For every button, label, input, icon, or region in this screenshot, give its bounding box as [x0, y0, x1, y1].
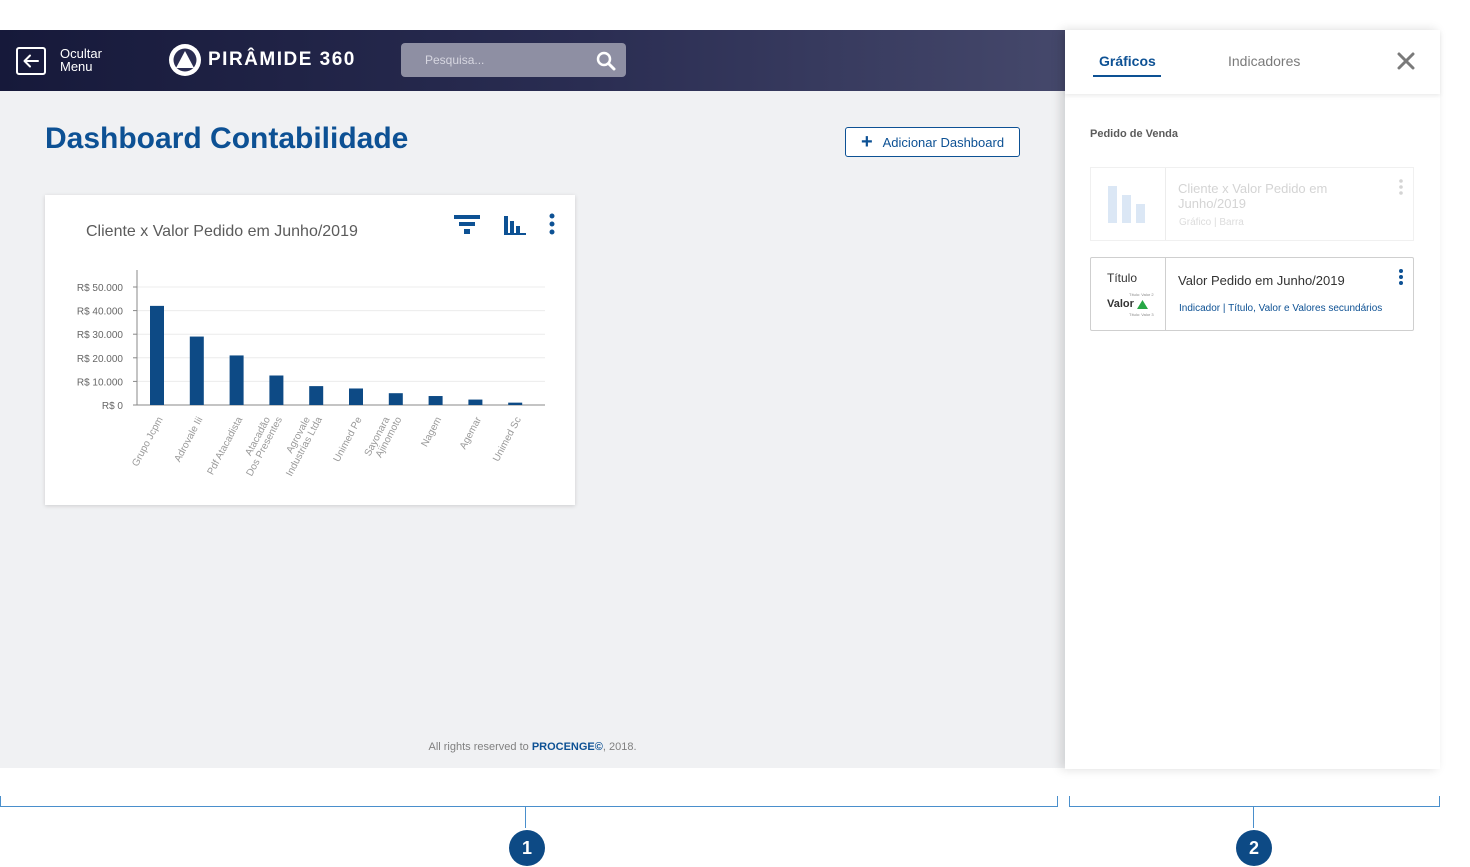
thumb-secondary-1: Título: Valor 2 — [1129, 292, 1154, 297]
bar — [269, 375, 284, 405]
y-tick-label: R$ 20.000 — [77, 354, 124, 365]
bar — [388, 393, 403, 405]
footer-brand-link[interactable]: PROCENGE© — [532, 741, 603, 753]
panel-item-subtitle: Gráfico | Barra — [1179, 217, 1244, 228]
annotation-stem-main — [525, 806, 526, 828]
annotation-marker-1: 1 — [509, 830, 545, 866]
x-tick-label: Agemar — [458, 415, 484, 452]
main-app-area: Ocultar Menu PIRÂMIDE 360 Dashboard Cont… — [0, 30, 1065, 768]
bar-chart-thumbnail-icon — [1108, 186, 1145, 223]
x-tick-label: Unimed Sc — [491, 415, 524, 463]
item-more-button[interactable] — [1397, 178, 1405, 198]
bar — [229, 355, 244, 405]
logo-text: PIRÂMIDE 360 — [208, 49, 356, 70]
logo: PIRÂMIDE 360 — [168, 43, 356, 77]
bar — [508, 402, 523, 405]
close-icon — [1397, 52, 1415, 70]
bar — [468, 399, 483, 405]
panel-item-title: Cliente x Valor Pedido em Junho/2019 — [1178, 181, 1328, 211]
bar — [309, 386, 324, 405]
tab-indicadores[interactable]: Indicadores — [1228, 53, 1300, 69]
panel-item-subtitle: Indicador | Título, Valor e Valores secu… — [1179, 303, 1383, 314]
pyramid-logo-icon — [169, 44, 201, 76]
x-tick-label: Adrovale Iii — [173, 415, 206, 464]
y-tick-label: R$ 10.000 — [77, 377, 124, 388]
y-tick-label: R$ 40.000 — [77, 307, 124, 318]
search-icon — [596, 51, 616, 71]
thumb-title: Título — [1107, 271, 1138, 285]
top-navigation-bar: Ocultar Menu PIRÂMIDE 360 — [0, 30, 1065, 91]
panel-item-bar-chart[interactable]: Cliente x Valor Pedido em Junho/2019 Grá… — [1090, 167, 1414, 241]
widget-side-panel: Gráficos Indicadores Pedido de Venda Cli… — [1065, 30, 1440, 769]
more-vertical-icon — [1399, 269, 1403, 285]
more-vertical-icon — [549, 213, 555, 235]
bar — [428, 396, 443, 405]
x-tick-label: Nagem — [419, 415, 444, 449]
page-title: Dashboard Contabilidade — [45, 122, 409, 155]
item-thumbnail — [1091, 168, 1166, 240]
chart-widget-title: Cliente x Valor Pedido em Junho/2019 — [86, 223, 358, 240]
search-input[interactable] — [401, 43, 586, 77]
close-panel-button[interactable] — [1395, 50, 1417, 72]
footer-suffix: , 2018. — [602, 741, 637, 753]
thumb-value: Valor — [1107, 298, 1134, 310]
filter-icon — [454, 215, 480, 234]
panel-header: Gráficos Indicadores — [1065, 30, 1440, 94]
active-tab-indicator — [1093, 75, 1161, 77]
x-tick-label: Pdf Atacadista — [206, 415, 246, 477]
bar-chart-icon — [504, 216, 526, 235]
hide-menu-label[interactable]: Ocultar Menu — [60, 47, 110, 73]
bar — [349, 388, 363, 405]
panel-item-title: Valor Pedido em Junho/2019 — [1178, 273, 1345, 288]
chart-type-button[interactable] — [502, 213, 530, 237]
annotation-stem-panel — [1253, 806, 1254, 828]
footer-prefix: All rights reserved to — [428, 741, 532, 753]
footer: All rights reserved to PROCENGE©, 2018. — [0, 741, 1065, 753]
bar — [189, 336, 204, 405]
panel-item-indicator[interactable]: Título Título: Valor 2 Valor Título: Val… — [1090, 257, 1414, 331]
annotation-marker-2: 2 — [1236, 830, 1272, 866]
annotation-bracket-main — [0, 796, 1058, 807]
more-vertical-icon — [1399, 179, 1403, 195]
chart-widget-card: Cliente x Valor Pedido em Junho/2019 R$ … — [45, 195, 575, 505]
bar — [150, 305, 164, 405]
add-dashboard-button[interactable]: + Adicionar Dashboard — [845, 127, 1020, 157]
y-tick-label: R$ 50.000 — [77, 283, 124, 294]
x-tick-label: Grupo Jcpm — [130, 415, 165, 468]
y-tick-label: R$ 30.000 — [77, 330, 124, 341]
search-bar — [401, 43, 626, 77]
filter-button[interactable] — [453, 213, 481, 237]
add-dashboard-label: Adicionar Dashboard — [882, 134, 1005, 150]
item-more-button[interactable] — [1397, 268, 1405, 288]
tab-graficos[interactable]: Gráficos — [1099, 53, 1156, 69]
search-button[interactable] — [596, 51, 616, 71]
thumb-secondary-2: Título: Valor 3 — [1129, 312, 1154, 317]
y-tick-label: R$ 0 — [102, 401, 124, 412]
item-thumbnail: Título Título: Valor 2 Valor Título: Val… — [1091, 258, 1166, 330]
x-tick-label: Unimed Pe — [332, 415, 365, 464]
trend-up-icon — [1137, 300, 1148, 309]
bar-chart: R$ 0 R$ 10.000 R$ 20.000 R$ 30.000 R$ 40.000… — [77, 270, 545, 478]
plus-icon: + — [860, 131, 873, 153]
hide-menu-text: Ocultar Menu — [60, 46, 102, 74]
arrow-left-icon — [23, 54, 39, 68]
widget-more-button[interactable] — [546, 213, 558, 237]
annotation-bracket-panel — [1069, 796, 1440, 807]
hide-menu-button[interactable] — [16, 47, 46, 75]
section-label: Pedido de Venda — [1090, 128, 1179, 140]
